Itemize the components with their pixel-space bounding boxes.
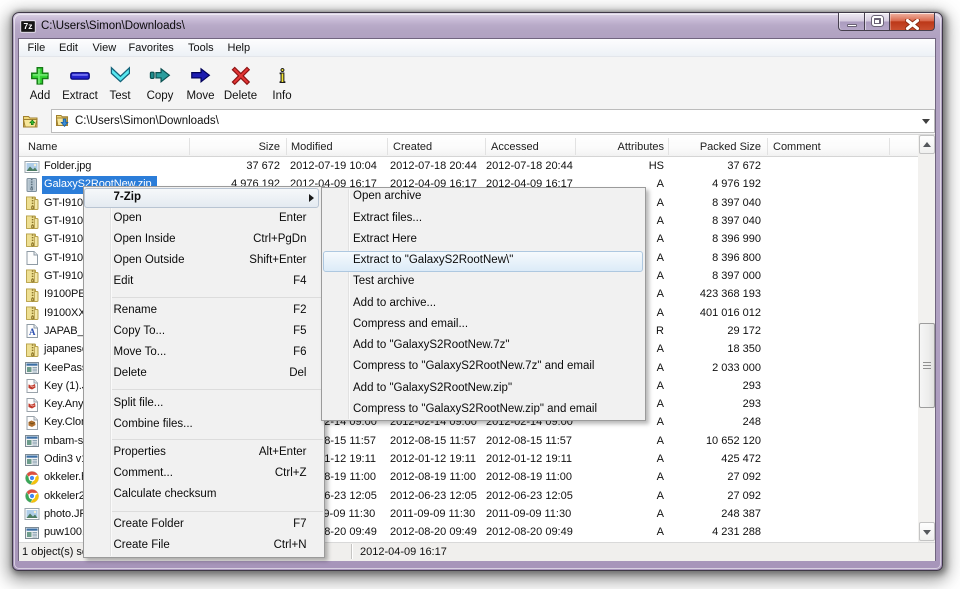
svg-text:i: i xyxy=(279,66,285,85)
svg-text:A: A xyxy=(29,327,36,337)
